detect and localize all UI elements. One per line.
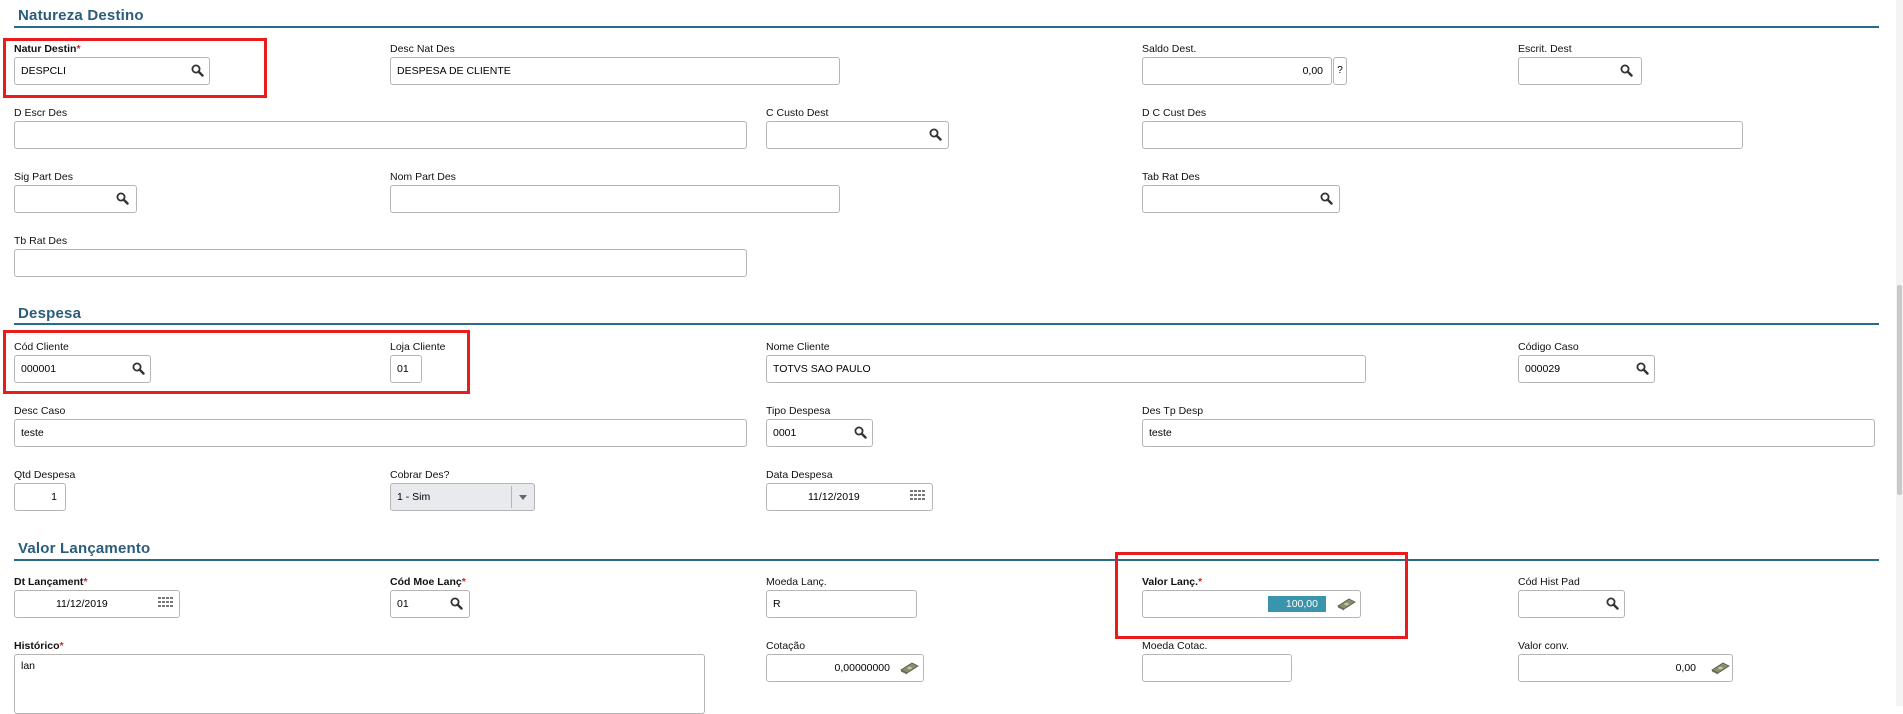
select-separator	[511, 486, 512, 508]
data-despesa-label: Data Despesa	[766, 469, 833, 481]
calendar-icon[interactable]	[910, 490, 925, 506]
moeda-lanc-label: Moeda Lanç.	[766, 576, 827, 588]
valor-conv-label: Valor conv.	[1518, 640, 1569, 652]
cobrar-des-select[interactable]: 1 - Sim	[390, 483, 535, 511]
highlight-box-natur-destin	[3, 38, 267, 98]
search-icon[interactable]	[1616, 60, 1636, 80]
c-custo-dest-input[interactable]	[766, 121, 949, 149]
money-icon[interactable]	[1710, 661, 1730, 678]
nom-part-des-input[interactable]	[390, 185, 840, 213]
saldo-dest-help-button[interactable]: ?	[1333, 57, 1347, 85]
highlight-box-cliente	[3, 330, 470, 394]
section-title-despesa: Despesa	[18, 305, 82, 322]
escrit-dest-label: Escrit. Dest	[1518, 43, 1572, 55]
tb-rat-des-label: Tb Rat Des	[14, 235, 68, 247]
search-icon[interactable]	[925, 124, 945, 144]
saldo-dest-input[interactable]: 0,00	[1142, 57, 1332, 85]
d-c-cust-des-input[interactable]	[1142, 121, 1743, 149]
saldo-dest-label: Saldo Dest.	[1142, 43, 1197, 55]
nome-cliente-label: Nome Cliente	[766, 341, 830, 353]
cod-moe-lanc-label: Cód Moe Lanç*	[390, 576, 466, 588]
sig-part-des-label: Sig Part Des	[14, 171, 73, 183]
des-tp-desp-label: Des Tp Desp	[1142, 405, 1204, 417]
tb-rat-des-input[interactable]	[14, 249, 747, 277]
search-icon[interactable]	[446, 593, 466, 613]
desc-caso-input[interactable]: teste	[14, 419, 747, 447]
dt-lancament-label: Dt Lançament*	[14, 576, 88, 588]
des-tp-desp-input[interactable]: teste	[1142, 419, 1875, 447]
qtd-despesa-input[interactable]: 1	[14, 483, 66, 511]
cobrar-des-label: Cobrar Des?	[390, 469, 450, 481]
desc-nat-des-input[interactable]: DESPESA DE CLIENTE	[390, 57, 840, 85]
tab-rat-des-input[interactable]	[1142, 185, 1340, 213]
search-icon[interactable]	[1316, 188, 1336, 208]
calendar-icon[interactable]	[158, 597, 173, 613]
cotacao-label: Cotação	[766, 640, 806, 652]
tipo-despesa-label: Tipo Despesa	[766, 405, 831, 417]
section-divider	[14, 559, 1879, 561]
dt-lancament-input[interactable]: 11/12/2019	[14, 590, 180, 618]
search-icon[interactable]	[1632, 358, 1652, 378]
highlight-box-valor-lanc	[1115, 552, 1408, 639]
nom-part-des-label: Nom Part Des	[390, 171, 456, 183]
desc-caso-label: Desc Caso	[14, 405, 66, 417]
moeda-cotac-label: Moeda Cotac.	[1142, 640, 1208, 652]
section-divider	[14, 26, 1879, 28]
data-despesa-input[interactable]: 11/12/2019	[766, 483, 933, 511]
historico-label: Histórico*	[14, 640, 64, 652]
d-escr-des-input[interactable]	[14, 121, 747, 149]
moeda-cotac-input[interactable]	[1142, 654, 1292, 682]
tab-rat-des-label: Tab Rat Des	[1142, 171, 1200, 183]
cod-hist-pad-label: Cód Hist Pad	[1518, 576, 1580, 588]
d-c-cust-des-label: D C Cust Des	[1142, 107, 1207, 119]
qtd-despesa-label: Qtd Despesa	[14, 469, 76, 481]
section-divider	[14, 323, 1879, 325]
c-custo-dest-label: C Custo Dest	[766, 107, 829, 119]
section-title-natureza: Natureza Destino	[18, 7, 144, 24]
historico-textarea[interactable]: lan	[14, 654, 705, 714]
codigo-caso-label: Código Caso	[1518, 341, 1579, 353]
moeda-lanc-input[interactable]: R	[766, 590, 917, 618]
search-icon[interactable]	[850, 422, 870, 442]
dropdown-arrow-icon[interactable]	[516, 490, 530, 507]
search-icon[interactable]	[112, 188, 132, 208]
nome-cliente-input[interactable]: TOTVS SAO PAULO	[766, 355, 1366, 383]
search-icon[interactable]	[1602, 593, 1622, 613]
valor-conv-input[interactable]: 0,00	[1518, 654, 1733, 682]
d-escr-des-label: D Escr Des	[14, 107, 68, 119]
scrollbar-thumb[interactable]	[1897, 285, 1902, 495]
desc-nat-des-label: Desc Nat Des	[390, 43, 455, 55]
money-icon[interactable]	[899, 661, 919, 678]
section-title-valor: Valor Lançamento	[18, 540, 151, 557]
